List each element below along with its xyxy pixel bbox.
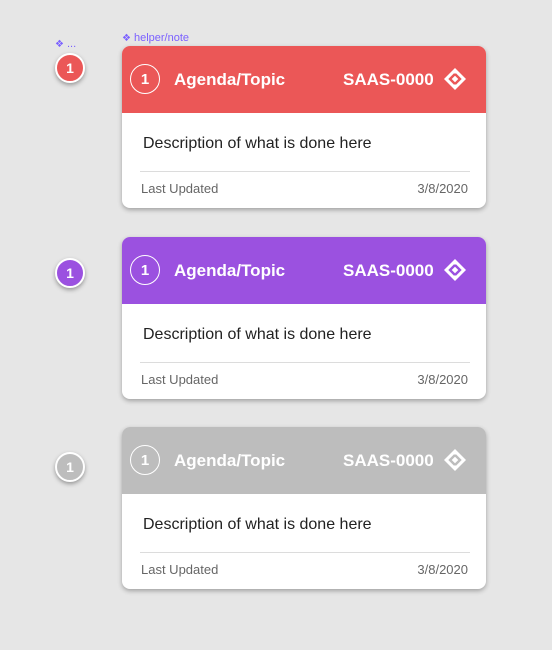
ticket-id[interactable]: SAAS-0000 xyxy=(343,451,434,471)
last-updated-label: Last Updated xyxy=(141,181,219,196)
topic-title: Agenda/Topic xyxy=(174,451,286,470)
agenda-card[interactable]: 1 Agenda/Topic SAAS-0000 Description of … xyxy=(122,427,486,589)
card-description: Description of what is done here xyxy=(143,135,372,152)
ticket-id[interactable]: SAAS-0000 xyxy=(343,70,434,90)
step-badge[interactable]: 1 xyxy=(55,258,85,288)
component-helper-text: ... xyxy=(66,38,77,50)
agenda-card[interactable]: 1 Agenda/Topic SAAS-0000 Description of … xyxy=(122,46,486,208)
last-updated-date: 3/8/2020 xyxy=(417,562,468,577)
card-header: 1 Agenda/Topic SAAS-0000 xyxy=(122,46,486,113)
step-number: 1 xyxy=(130,64,160,94)
step-badge[interactable]: 1 xyxy=(55,452,85,482)
agenda-card[interactable]: 1 Agenda/Topic SAAS-0000 Description of … xyxy=(122,237,486,399)
last-updated-date: 3/8/2020 xyxy=(417,181,468,196)
component-helper-label[interactable]: ❖... xyxy=(55,38,76,51)
step-number: 1 xyxy=(130,445,160,475)
jira-diamond-icon[interactable] xyxy=(443,67,467,91)
helper-note-text: helper/note xyxy=(133,32,190,44)
card-header: 1 Agenda/Topic SAAS-0000 xyxy=(122,427,486,494)
topic-title: Agenda/Topic xyxy=(174,261,286,280)
topic-title: Agenda/Topic xyxy=(174,70,286,89)
jira-diamond-icon[interactable] xyxy=(443,258,467,282)
divider xyxy=(140,362,470,363)
divider xyxy=(140,171,470,172)
component-icon: ❖ xyxy=(122,33,131,44)
component-icon: ❖ xyxy=(55,39,64,50)
jira-diamond-icon[interactable] xyxy=(443,448,467,472)
divider xyxy=(140,552,470,553)
last-updated-label: Last Updated xyxy=(141,372,219,387)
helper-note-label[interactable]: ❖ helper/note xyxy=(122,32,189,45)
step-number: 1 xyxy=(130,255,160,285)
card-description: Description of what is done here xyxy=(143,326,372,343)
last-updated-label: Last Updated xyxy=(141,562,219,577)
step-badge[interactable]: 1 xyxy=(55,53,85,83)
last-updated-date: 3/8/2020 xyxy=(417,372,468,387)
ticket-id[interactable]: SAAS-0000 xyxy=(343,261,434,281)
card-description: Description of what is done here xyxy=(143,516,372,533)
card-header: 1 Agenda/Topic SAAS-0000 xyxy=(122,237,486,304)
